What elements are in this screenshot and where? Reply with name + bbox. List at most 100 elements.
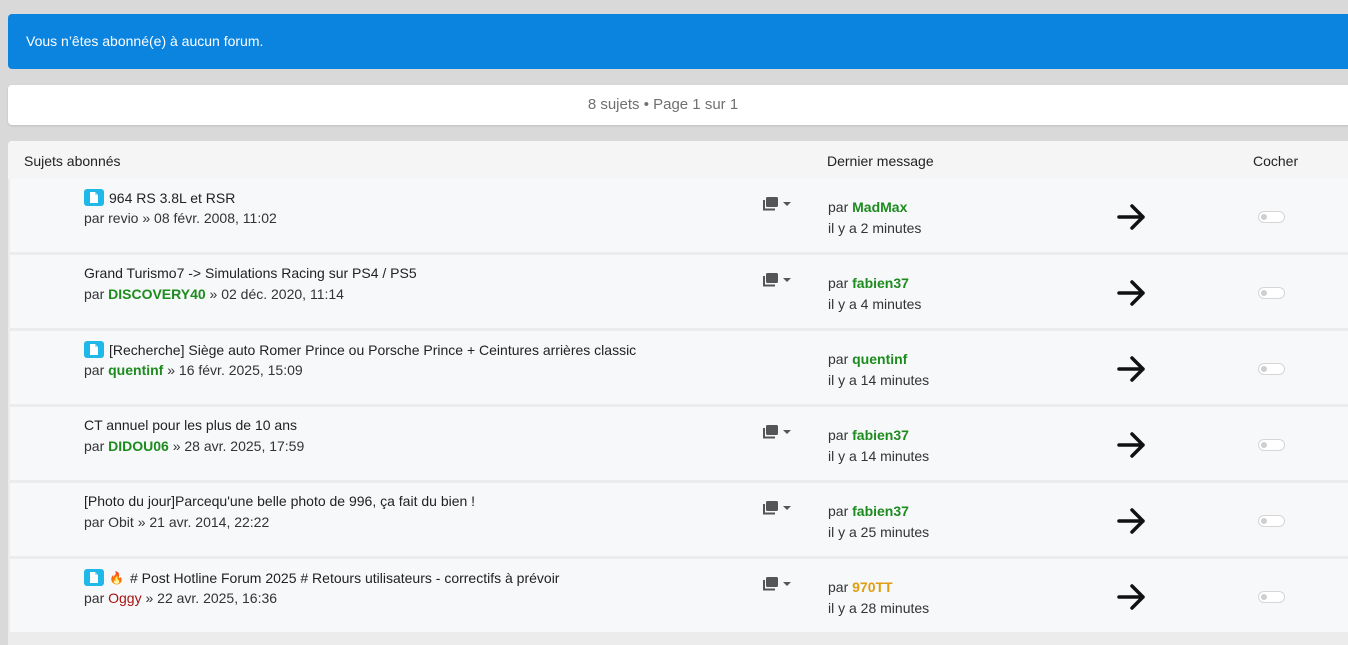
topic-author-link[interactable]: Obit [108, 514, 134, 530]
pages-dropdown[interactable] [762, 273, 791, 288]
topic-meta: par Obit » 21 avr. 2014, 22:22 [84, 514, 269, 530]
topic-title-line: 964 RS 3.8L et RSR [84, 189, 235, 206]
arrow-right-icon [1117, 584, 1145, 610]
arrow-right-icon [1117, 508, 1145, 534]
topic-date: » 21 avr. 2014, 22:22 [137, 514, 270, 530]
chevron-down-icon [783, 581, 791, 586]
topic-author-link[interactable]: quentinf [108, 362, 163, 378]
chevron-down-icon [783, 505, 791, 510]
by-label: par [84, 362, 105, 378]
topic-title-line: 🔥 # Post Hotline Forum 2025 # Retours uti… [84, 569, 559, 586]
last-post-time: il y a 4 minutes [828, 296, 922, 312]
topic-title-line: Grand Turismo7 -> Simulations Racing sur… [84, 265, 417, 281]
last-post-author-link[interactable]: fabien37 [852, 427, 909, 443]
pages-stack-icon [763, 577, 778, 591]
last-by-label: par [828, 503, 849, 519]
pagination-text: 8 sujets • Page 1 sur 1 [587, 96, 739, 113]
table-row: [Photo du jour]Parcequ'une belle photo d… [10, 483, 1348, 556]
pages-dropdown[interactable] [762, 197, 791, 212]
by-label: par [84, 210, 105, 226]
topic-date: » 02 déc. 2020, 11:14 [209, 286, 344, 302]
mark-topic-toggle[interactable] [1258, 515, 1285, 527]
header-topics: Sujets abonnés [24, 153, 121, 169]
last-post-time: il y a 14 minutes [828, 448, 930, 464]
chevron-down-icon [783, 201, 791, 206]
by-label: par [84, 286, 105, 302]
last-post-author-link[interactable]: MadMax [852, 199, 907, 215]
topic-date: » 16 févr. 2025, 15:09 [167, 362, 303, 378]
arrow-right-icon [1117, 280, 1145, 306]
toggle-knob [1261, 518, 1267, 524]
toggle-knob [1261, 594, 1267, 600]
topic-meta: par DIDOU06 » 28 avr. 2025, 17:59 [84, 438, 304, 454]
last-by-label: par [828, 579, 849, 595]
last-post-info: par fabien37 il y a 14 minutes [828, 425, 929, 467]
pagination-bar: 8 sujets • Page 1 sur 1 [8, 85, 1348, 125]
last-post-info: par 970TT il y a 28 minutes [828, 577, 929, 619]
table-row: 🔥 # Post Hotline Forum 2025 # Retours uti… [10, 559, 1348, 632]
table-row: CT annuel pour les plus de 10 ans par DID… [10, 407, 1348, 480]
pages-dropdown[interactable] [762, 501, 791, 516]
header-last-post: Dernier message [827, 153, 934, 169]
last-by-label: par [828, 275, 849, 291]
last-post-time: il y a 2 minutes [828, 220, 922, 236]
last-post-author-link[interactable]: 970TT [852, 579, 892, 595]
last-post-author-link[interactable]: quentinf [852, 351, 907, 367]
last-post-time: il y a 25 minutes [828, 524, 930, 540]
goto-last-post-button[interactable] [1116, 583, 1148, 614]
toggle-knob [1261, 214, 1267, 220]
topic-author-link[interactable]: Oggy [108, 590, 141, 606]
pages-stack-icon [763, 197, 778, 211]
goto-last-post-button[interactable] [1116, 279, 1148, 310]
topic-file-icon [84, 189, 104, 206]
last-post-time: il y a 28 minutes [828, 600, 930, 616]
last-by-label: par [828, 351, 849, 367]
last-post-author-link[interactable]: fabien37 [852, 503, 909, 519]
pages-dropdown[interactable] [762, 425, 791, 440]
chevron-down-icon [783, 277, 791, 282]
table-row: Grand Turismo7 -> Simulations Racing sur… [10, 255, 1348, 328]
last-post-info: par quentinf il y a 14 minutes [828, 349, 929, 391]
topic-file-icon [84, 569, 104, 586]
topic-title-link[interactable]: [Recherche] Siège auto Romer Prince ou P… [109, 342, 636, 358]
toggle-knob [1261, 442, 1267, 448]
mark-topic-toggle[interactable] [1258, 591, 1285, 603]
topic-title-line: [Recherche] Siège auto Romer Prince ou P… [84, 341, 636, 358]
pages-stack-icon [763, 425, 778, 439]
topic-author-link[interactable]: DISCOVERY40 [108, 286, 206, 302]
topic-title-link[interactable]: Grand Turismo7 -> Simulations Racing sur… [84, 265, 417, 281]
toggle-knob [1261, 290, 1267, 296]
subscribed-topics-panel: Sujets abonnés Dernier message Cocher 96… [8, 141, 1348, 645]
mark-topic-toggle[interactable] [1258, 363, 1285, 375]
topic-meta: par quentinf » 16 févr. 2025, 15:09 [84, 362, 303, 378]
topic-author-link[interactable]: revio [108, 210, 138, 226]
topic-author-link[interactable]: DIDOU06 [108, 438, 169, 454]
topic-title-link[interactable]: [Photo du jour]Parcequ'une belle photo d… [84, 493, 475, 509]
mark-topic-toggle[interactable] [1258, 287, 1285, 299]
topic-title-link[interactable]: 964 RS 3.8L et RSR [109, 190, 235, 206]
by-label: par [84, 590, 105, 606]
last-by-label: par [828, 199, 849, 215]
goto-last-post-button[interactable] [1116, 507, 1148, 538]
goto-last-post-button[interactable] [1116, 355, 1148, 386]
last-post-time: il y a 14 minutes [828, 372, 930, 388]
goto-last-post-button[interactable] [1116, 431, 1148, 462]
goto-last-post-button[interactable] [1116, 203, 1148, 234]
table-header: Sujets abonnés Dernier message Cocher [8, 141, 1348, 179]
last-post-info: par MadMax il y a 2 minutes [828, 197, 921, 239]
topic-title-line: CT annuel pour les plus de 10 ans [84, 417, 297, 433]
last-post-info: par fabien37 il y a 25 minutes [828, 501, 929, 543]
last-post-author-link[interactable]: fabien37 [852, 275, 909, 291]
mark-topic-toggle[interactable] [1258, 439, 1285, 451]
pages-stack-icon [763, 273, 778, 287]
topic-title-link[interactable]: # Post Hotline Forum 2025 # Retours util… [130, 570, 560, 586]
topic-title-link[interactable]: CT annuel pour les plus de 10 ans [84, 417, 297, 433]
topic-meta: par Oggy » 22 avr. 2025, 16:36 [84, 590, 277, 606]
toggle-knob [1261, 366, 1267, 372]
topic-title-line: [Photo du jour]Parcequ'une belle photo d… [84, 493, 475, 509]
chevron-down-icon [783, 429, 791, 434]
arrow-right-icon [1117, 356, 1145, 382]
arrow-right-icon [1117, 204, 1145, 230]
pages-dropdown[interactable] [762, 577, 791, 592]
mark-topic-toggle[interactable] [1258, 211, 1285, 223]
